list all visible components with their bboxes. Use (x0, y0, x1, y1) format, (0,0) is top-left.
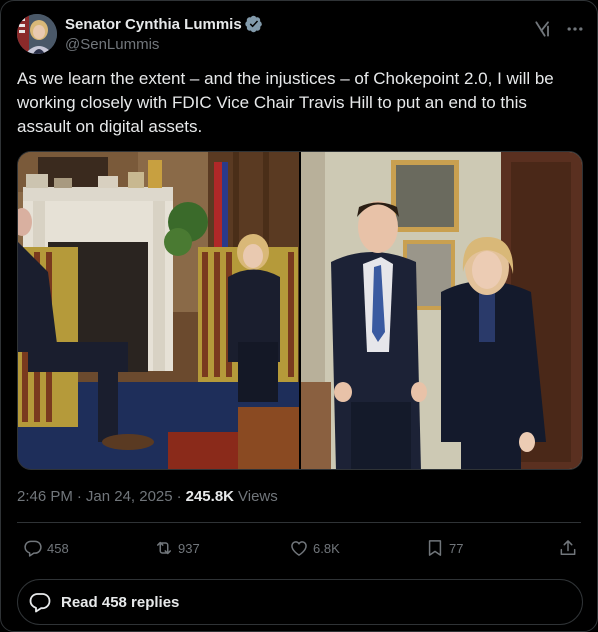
action-bar: 458 937 6.8K 77 (17, 534, 581, 562)
grok-icon[interactable] (533, 19, 553, 39)
meta-separator: · (176, 488, 182, 505)
repost-button[interactable]: 937 (154, 538, 200, 558)
repost-count: 937 (178, 540, 200, 556)
like-count: 6.8K (313, 540, 340, 556)
heart-icon (291, 541, 307, 556)
tweet-text: As we learn the extent – and the injusti… (17, 69, 559, 136)
tweet-time[interactable]: 2:46 PM (17, 487, 73, 507)
reply-bubble-icon (29, 593, 51, 613)
verified-badge-icon[interactable] (245, 15, 263, 33)
repost-icon (157, 541, 171, 555)
read-replies-button[interactable]: Read 458 replies (17, 579, 583, 625)
tweet-header: Senator Cynthia Lummis @SenLummis (17, 13, 585, 55)
portrait-photo (301, 152, 582, 469)
photo-left[interactable] (18, 152, 299, 469)
views-count: 245.8K (185, 488, 234, 505)
reply-button[interactable]: 458 (23, 538, 69, 558)
share-icon (560, 540, 576, 555)
reply-icon (24, 540, 42, 557)
read-replies-label: Read 458 replies (61, 593, 180, 611)
header-actions (533, 19, 585, 39)
author-name-row: Senator Cynthia Lummis (65, 15, 263, 34)
like-button[interactable]: 6.8K (289, 538, 340, 558)
avatar-image (17, 14, 57, 54)
author-avatar[interactable] (17, 14, 57, 54)
tweet-meta: 2:46 PM · Jan 24, 2025 · 245.8K Views (17, 487, 278, 507)
photo-right[interactable] (301, 152, 582, 469)
reply-count: 458 (47, 540, 69, 556)
bookmark-button[interactable]: 77 (425, 538, 463, 558)
views-label: Views (238, 488, 278, 505)
bookmark-count: 77 (449, 540, 464, 556)
share-button[interactable] (558, 538, 582, 558)
author-name[interactable]: Senator Cynthia Lummis (65, 15, 242, 34)
tweet-media (17, 151, 583, 470)
office-meeting-photo (18, 152, 299, 469)
bookmark-icon (428, 540, 442, 556)
tweet-card: Senator Cynthia Lummis @SenLummis As we … (0, 0, 598, 632)
author-handle[interactable]: @SenLummis (65, 35, 263, 54)
meta-separator: · (76, 488, 82, 505)
author-info: Senator Cynthia Lummis @SenLummis (65, 15, 263, 54)
tweet-date[interactable]: Jan 24, 2025 (86, 487, 173, 507)
more-options-icon[interactable] (565, 19, 585, 39)
divider (17, 522, 581, 523)
